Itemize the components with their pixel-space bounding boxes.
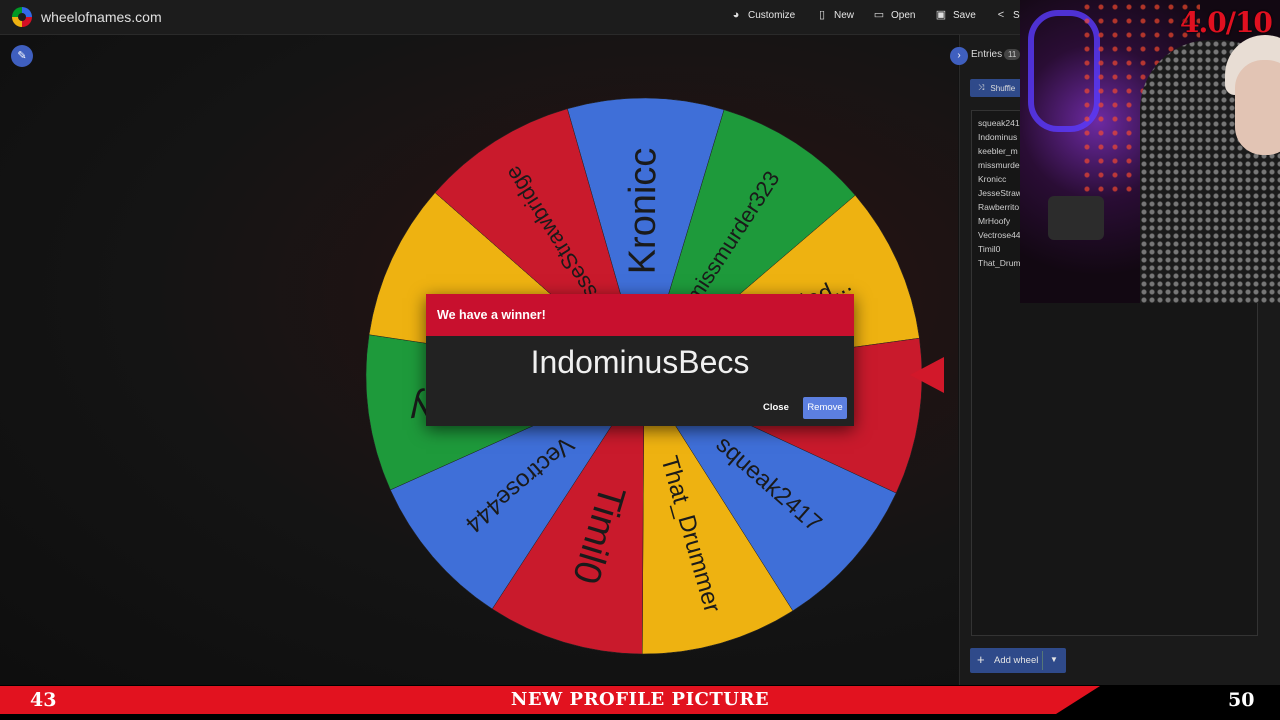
shuffle-label: Shuffle	[990, 83, 1016, 93]
edit-pencil-icon[interactable]: ✎	[11, 45, 33, 67]
entry-item[interactable]: keebler_m	[978, 146, 1018, 156]
score-overlay: 4.0/10	[1180, 6, 1273, 39]
save-label: Save	[953, 9, 976, 21]
open-button[interactable]: ▭ Open	[873, 9, 916, 21]
file-icon: ▯	[818, 9, 826, 21]
close-button[interactable]: Close	[757, 398, 795, 417]
entry-item[interactable]: Kronicc	[978, 174, 1006, 184]
entry-item[interactable]: Timil0	[978, 244, 1000, 254]
entry-item[interactable]: MrHoofy	[978, 216, 1010, 226]
winner-name: IndominusBecs	[530, 344, 750, 380]
entry-item[interactable]: missmurde	[978, 160, 1020, 170]
save-button[interactable]: ▣ Save	[935, 9, 976, 21]
entry-item[interactable]: Rawberrito	[978, 202, 1019, 212]
shuffle-button[interactable]: ⤨ Shuffle	[970, 79, 1022, 97]
button-divider	[1042, 651, 1043, 670]
plus-icon: +	[977, 652, 985, 667]
entry-item[interactable]: Indominus	[978, 132, 1017, 142]
wheel-logo-icon[interactable]	[12, 7, 32, 27]
save-icon: ▣	[935, 9, 947, 21]
chevron-down-icon[interactable]: ▼	[1050, 655, 1058, 664]
dialog-title: We have a winner!	[426, 294, 854, 336]
open-label: Open	[891, 9, 916, 21]
share-button[interactable]: < S	[995, 9, 1020, 21]
customize-button[interactable]: ◕ Customize	[730, 9, 796, 21]
streamer-face	[1235, 60, 1280, 155]
collapse-panel-icon[interactable]: ›	[950, 47, 968, 65]
share-label: S	[1013, 9, 1020, 21]
new-label: New	[834, 9, 855, 21]
top-bar: wheelofnames.com ◕ Customize ▯ New ▭ Ope…	[0, 0, 1020, 35]
new-button[interactable]: ▯ New	[816, 9, 854, 21]
add-wheel-button[interactable]: + Add wheel ▼	[970, 648, 1066, 673]
add-wheel-label: Add wheel	[994, 655, 1039, 666]
webcam-overlay	[1020, 0, 1280, 303]
microphone-icon	[1048, 196, 1104, 240]
wheel-segment-label: Kronicc	[622, 147, 665, 274]
customize-label: Customize	[748, 9, 796, 21]
entry-item[interactable]: Vectrose44	[978, 230, 1021, 240]
entry-item[interactable]: squeak241	[978, 118, 1020, 128]
banner-right-number: 50	[1228, 689, 1255, 711]
entries-count-badge: 11	[1004, 49, 1021, 60]
banner-title: NEW PROFILE PICTURE	[510, 689, 770, 710]
share-icon: <	[997, 9, 1005, 21]
shuffle-icon: ⤨	[978, 83, 985, 92]
tab-entries[interactable]: Entries	[971, 49, 1002, 60]
wheel-pointer-icon	[910, 357, 944, 393]
site-name[interactable]: wheelofnames.com	[41, 9, 162, 25]
palette-icon: ◕	[732, 9, 740, 21]
entry-item[interactable]: JesseStraw	[978, 188, 1022, 198]
entry-item[interactable]: That_Drum	[978, 258, 1021, 268]
folder-icon: ▭	[873, 9, 885, 21]
remove-button[interactable]: Remove	[803, 397, 847, 419]
